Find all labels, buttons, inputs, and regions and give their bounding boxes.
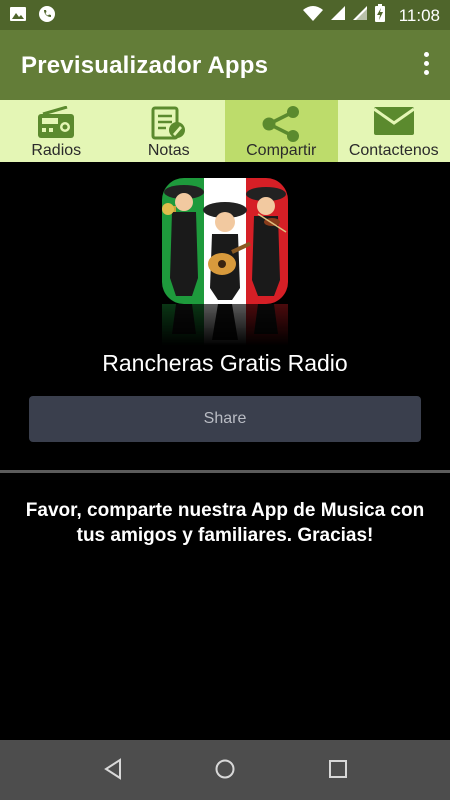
battery-charging-icon bbox=[374, 4, 385, 27]
app-logo bbox=[162, 178, 288, 304]
overflow-menu-icon[interactable] bbox=[422, 52, 430, 78]
tab-notas-label: Notas bbox=[147, 142, 190, 159]
divider bbox=[0, 470, 450, 473]
radio-icon bbox=[38, 106, 75, 138]
system-nav-bar bbox=[0, 740, 450, 800]
status-bar: 11:08 bbox=[0, 0, 450, 30]
recents-icon[interactable] bbox=[328, 758, 348, 780]
tab-contactenos-label: Contactenos bbox=[348, 142, 439, 159]
notes-icon bbox=[151, 106, 185, 140]
whatsapp-icon bbox=[38, 5, 56, 28]
app-bar: Previsualizador Apps bbox=[0, 30, 450, 100]
share-message: Favor, comparte nuestra App de Musica co… bbox=[25, 500, 425, 546]
app-logo-reflection bbox=[162, 304, 288, 346]
tab-contactenos[interactable]: Contactenos bbox=[338, 100, 450, 162]
tab-compartir-label: Compartir bbox=[246, 142, 317, 159]
tab-notas[interactable]: Notas bbox=[113, 100, 226, 162]
tab-compartir[interactable]: Compartir bbox=[225, 100, 338, 162]
share-icon bbox=[262, 106, 300, 142]
signal-icon bbox=[330, 6, 345, 25]
signal-icon bbox=[352, 6, 367, 25]
wifi-icon bbox=[302, 5, 323, 26]
tab-radios[interactable]: Radios bbox=[0, 100, 113, 162]
mail-icon bbox=[372, 107, 415, 135]
app-name-title: Rancheras Gratis Radio bbox=[102, 350, 348, 376]
app-bar-title: Previsualizador Apps bbox=[21, 52, 269, 79]
tab-bar: Radios Notas Compartir Contactenos bbox=[0, 100, 450, 162]
share-button[interactable]: Share bbox=[29, 396, 421, 442]
clock: 11:08 bbox=[398, 5, 440, 25]
back-icon[interactable] bbox=[103, 758, 123, 780]
image-icon bbox=[10, 7, 26, 26]
tab-radios-label: Radios bbox=[31, 142, 82, 159]
home-icon[interactable] bbox=[214, 758, 236, 780]
